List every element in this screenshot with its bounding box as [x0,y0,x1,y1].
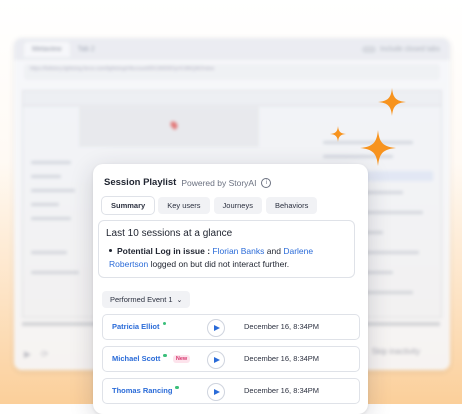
user-link-florian[interactable]: Florian Banks [212,246,264,256]
placeholder-line [31,251,67,254]
skip-inactivity-label: Skip inactivity [371,347,420,356]
event-filter-label: Performed Event 1 [110,295,173,304]
browser-url-bar: https://fullstory.lightning.force.com/li… [24,64,440,80]
browser-tab-bar: Metaview Tab 2 Include closed tabs [14,38,450,60]
card-title: Session Playlist [104,177,177,188]
placeholder-line [31,203,59,206]
online-status-icon [163,353,167,358]
card-header: Session Playlist Powered by StoryAI i [104,177,272,188]
user-name-text: Patricia Elliot [112,322,160,331]
include-closed-tabs-toggle: Include closed tabs [362,45,440,53]
toggle-switch-icon [362,45,377,53]
sparkle-small-icon [330,126,346,142]
session-user-name[interactable]: Michael Scott New [112,353,191,363]
placeholder-line [31,189,75,192]
sparkle-large-icon [360,130,396,166]
info-icon[interactable]: i [261,177,272,188]
map-pin-icon [169,120,179,130]
session-row[interactable]: Michael Scott New December 16, 8:34PM [102,346,360,372]
browser-tab: Metaview [24,41,70,57]
online-status-icon [175,385,179,390]
insight-conjunction: and [266,246,281,256]
tab-journeys[interactable]: Journeys [213,197,262,214]
new-badge: New [172,354,191,363]
session-user-name[interactable]: Thomas Rancing [112,385,179,395]
chevron-down-icon: ⌄ [176,296,183,304]
summary-insight: Potential Log in issue : Florian Banks a… [109,245,345,271]
play-session-button[interactable] [207,319,225,337]
play-session-button[interactable] [207,351,225,369]
session-user-name[interactable]: Patricia Elliot [112,321,167,331]
session-time: December 16, 8:34PM [244,386,320,395]
placeholder-line [31,175,61,178]
tab-behaviors[interactable]: Behaviors [265,197,318,214]
placeholder-line [31,271,79,274]
powered-by-label: Powered by StoryAI [181,177,257,188]
session-list: Patricia Elliot December 16, 8:34PM Mich… [102,314,360,410]
tab-bar: Summary Key users Journeys Behaviors [102,197,318,214]
user-name-text: Michael Scott [112,354,161,363]
session-playlist-card: Session Playlist Powered by StoryAI i Su… [93,164,368,414]
event-filter-dropdown[interactable]: Performed Event 1 ⌄ [102,291,191,308]
tab-key-users[interactable]: Key users [158,197,210,214]
tab-summary[interactable]: Summary [102,197,155,214]
summary-heading: Last 10 sessions at a glance [106,228,233,239]
placeholder-line [31,217,71,220]
sparkle-icon [378,88,406,116]
play-session-button[interactable] [207,383,225,401]
summary-panel: Last 10 sessions at a glance Potential L… [98,220,355,278]
insight-label: Potential Log in issue : [117,246,211,256]
browser-tab-secondary: Tab 2 [77,45,95,53]
insight-text: logged on but did not interact further. [150,259,290,269]
session-time: December 16, 8:34PM [244,354,320,363]
user-name-text: Thomas Rancing [112,386,173,395]
placeholder-line [31,161,71,164]
play-control-icon: ▶ ⟳ [24,349,49,359]
toggle-label: Include closed tabs [380,45,440,53]
replay-map-region [79,107,259,147]
bullet-icon [109,249,112,253]
session-row[interactable]: Patricia Elliot December 16, 8:34PM [102,314,360,340]
session-row[interactable]: Thomas Rancing December 16, 8:34PM [102,378,360,404]
session-time: December 16, 8:34PM [244,322,320,331]
online-status-icon [162,321,167,326]
